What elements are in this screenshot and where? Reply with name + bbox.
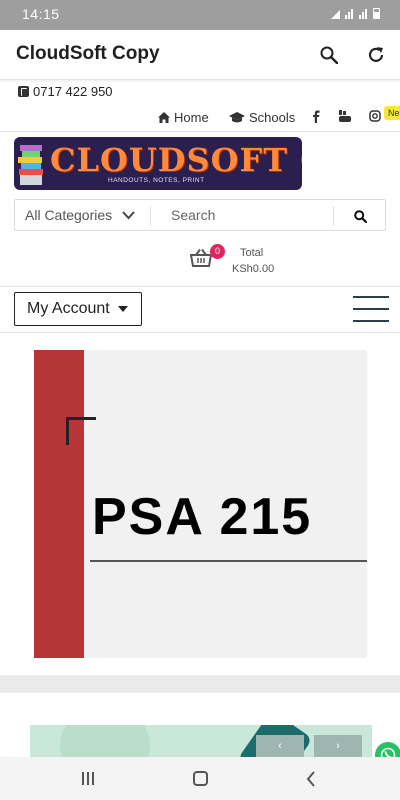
divider	[150, 206, 151, 226]
search-input[interactable]	[157, 203, 332, 227]
cover-underline	[90, 560, 367, 562]
nav-schools-label: Schools	[249, 110, 296, 125]
cart-widget[interactable]: 0 Total KSh0.00	[190, 244, 290, 280]
caret-down-icon	[117, 306, 128, 312]
cover-corner-mark	[66, 417, 96, 445]
signal-icon-2	[359, 8, 368, 19]
facebook-link[interactable]	[312, 110, 320, 123]
nav-schools-link[interactable]: Schools	[229, 110, 295, 125]
slider-prev-button[interactable]: ‹	[256, 735, 304, 757]
chevron-down-icon	[122, 210, 135, 219]
refresh-button[interactable]	[363, 42, 389, 68]
nav-home-label: Home	[174, 110, 209, 125]
home-button[interactable]	[193, 771, 208, 786]
search-submit-button[interactable]	[345, 205, 375, 227]
graduation-cap-icon	[229, 112, 245, 123]
instagram-icon	[369, 110, 381, 122]
menu-line	[353, 308, 389, 310]
my-account-label: My Account	[27, 300, 110, 317]
wifi-icon	[331, 8, 340, 19]
app-bar: CloudSoft Copy	[0, 30, 400, 80]
cover-red-bar	[34, 350, 84, 658]
instagram-link[interactable]	[369, 110, 381, 122]
back-button[interactable]	[306, 771, 316, 787]
home-icon	[158, 112, 170, 123]
divider	[0, 131, 400, 132]
menu-line	[353, 320, 389, 322]
nav-home-link[interactable]: Home	[158, 110, 209, 125]
refresh-icon	[368, 47, 384, 62]
contact-line: 0717 422 950	[18, 84, 113, 99]
site-logo[interactable]: CLOUDSOFT COPY HANDOUTS, NOTES, PRINT	[14, 137, 302, 190]
status-time: 14:15	[22, 6, 60, 22]
signal-icon	[345, 8, 354, 19]
youtube-icon	[339, 110, 351, 122]
status-bar: 14:15	[0, 0, 400, 30]
category-select[interactable]: All Categories	[25, 207, 135, 223]
cart-count-badge: 0	[210, 244, 225, 259]
category-label: All Categories	[25, 207, 113, 223]
search-bar: All Categories	[14, 199, 386, 231]
section-separator	[0, 675, 400, 693]
hamburger-menu-button[interactable]	[353, 296, 389, 322]
logo-text: CLOUDSOFT COPY	[50, 141, 302, 179]
books-icon	[18, 145, 43, 185]
logo-tagline: HANDOUTS, NOTES, PRINT	[108, 177, 205, 184]
youtube-link[interactable]	[339, 110, 351, 122]
search-button[interactable]	[316, 42, 342, 68]
divider	[0, 286, 400, 287]
promo-shape	[60, 725, 150, 757]
my-account-dropdown[interactable]: My Account	[14, 292, 142, 326]
app-title: CloudSoft Copy	[16, 43, 160, 64]
search-icon	[320, 46, 338, 64]
divider	[0, 332, 400, 333]
slider-next-button[interactable]: ›	[314, 735, 362, 757]
product-image[interactable]: PSA 215	[34, 350, 367, 658]
phone-icon	[18, 86, 29, 97]
status-icons	[331, 8, 380, 19]
search-icon	[353, 209, 367, 223]
new-badge: Ne	[384, 106, 400, 120]
top-nav: Home Schools Ne	[0, 106, 400, 130]
product-title: PSA 215	[92, 488, 313, 546]
recent-apps-button[interactable]	[82, 772, 94, 785]
system-nav-bar	[0, 757, 400, 800]
cart-total-label: Total	[240, 247, 264, 259]
divider	[333, 206, 334, 226]
basket-icon	[190, 249, 212, 267]
menu-line	[353, 296, 389, 298]
cart-total-value: KSh0.00	[232, 263, 275, 275]
battery-icon	[373, 8, 380, 19]
phone-number[interactable]: 0717 422 950	[33, 84, 113, 99]
facebook-icon	[313, 110, 320, 123]
